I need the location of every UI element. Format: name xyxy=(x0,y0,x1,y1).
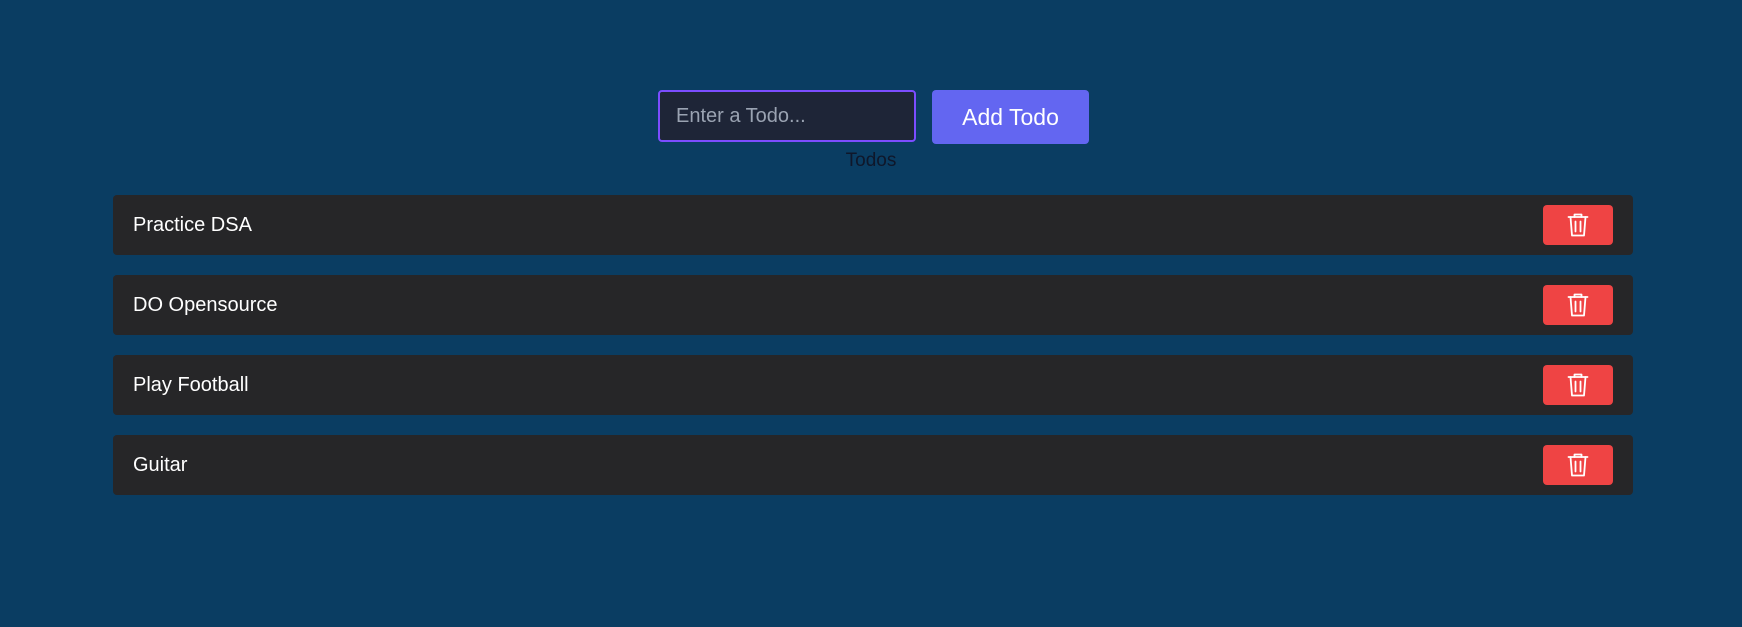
delete-button[interactable] xyxy=(1543,445,1613,485)
todo-text: Play Football xyxy=(133,373,249,396)
trash-icon xyxy=(1567,293,1589,317)
trash-icon xyxy=(1567,453,1589,477)
todo-item: Guitar xyxy=(113,435,1633,495)
todo-item: DO Opensource xyxy=(113,275,1633,335)
todo-list: Practice DSA DO Opensource Play Football xyxy=(113,195,1633,515)
add-todo-button[interactable]: Add Todo xyxy=(932,90,1089,144)
todo-item: Play Football xyxy=(113,355,1633,415)
todo-input[interactable] xyxy=(658,90,916,142)
trash-icon xyxy=(1567,373,1589,397)
todo-text: DO Opensource xyxy=(133,293,278,316)
todos-heading: Todos xyxy=(845,150,897,171)
delete-button[interactable] xyxy=(1543,285,1613,325)
trash-icon xyxy=(1567,213,1589,237)
todo-form: Add Todo xyxy=(658,90,1089,144)
todo-item: Practice DSA xyxy=(113,195,1633,255)
todo-text: Practice DSA xyxy=(133,213,252,236)
todo-text: Guitar xyxy=(133,453,188,476)
delete-button[interactable] xyxy=(1543,205,1613,245)
delete-button[interactable] xyxy=(1543,365,1613,405)
